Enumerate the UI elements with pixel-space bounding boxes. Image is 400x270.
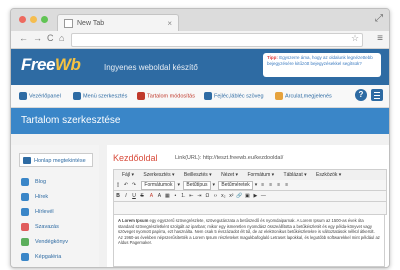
tab-close-icon[interactable]: × — [167, 15, 172, 32]
minimize-window-dot[interactable] — [30, 16, 37, 23]
help-icon[interactable]: ? — [355, 89, 367, 101]
italic-icon[interactable]: I — [122, 191, 130, 201]
editor-toolbar-3 — [113, 202, 387, 215]
tab-title: New Tab — [77, 20, 105, 27]
toolbar-item-menu-szerkesztes[interactable]: Menü szerkesztés — [73, 92, 127, 100]
newsletter-icon — [21, 208, 29, 216]
align-center-icon[interactable]: ≡ — [267, 180, 275, 190]
superscript-icon[interactable]: x² — [227, 191, 235, 201]
toolbar-item-vezerlopanel[interactable]: Vezérlőpanel — [19, 92, 61, 100]
highlight-icon[interactable]: A — [155, 191, 163, 201]
browser-titlebar: New Tab × ⤢ — [11, 9, 389, 32]
page-url: Link(URL): http://teszt.freewb.eu/kezdoo… — [175, 155, 284, 161]
main-toolbar: Vezérlőpanel Menü szerkesztés Tartalom m… — [11, 85, 389, 108]
sidebar-list: Blog Hírek Hírlevél Szavazás Vendégkönyv… — [19, 175, 68, 265]
sidebar-item-kepgaleria[interactable]: Képgaléria — [19, 250, 68, 265]
preview-site-button[interactable]: Honlap megtekintése — [19, 153, 93, 167]
content-area: Kezdőoldal Link(URL): http://teszt.freew… — [107, 145, 389, 267]
bold-icon[interactable]: B — [114, 191, 122, 201]
editor-menu-tablazat[interactable]: Táblázat — [284, 172, 303, 178]
url-input[interactable] — [71, 33, 363, 47]
tab-favicon-icon — [64, 18, 73, 28]
subscript-icon[interactable]: x₂ — [219, 191, 227, 201]
redo-icon[interactable]: ↷ — [130, 180, 138, 190]
sidebar-item-vendegkonyv[interactable]: Vendégkönyv — [19, 235, 68, 250]
hr-icon[interactable]: ― — [259, 191, 267, 201]
palette-icon — [275, 92, 283, 100]
omega-icon[interactable]: Ω — [203, 191, 211, 201]
browser-window: New Tab × ⤢ ← → C ⌂ ☆ ≡ FreeWb Ingyenes … — [10, 8, 390, 268]
bullet-list-icon[interactable]: • — [171, 191, 179, 201]
strikethrough-icon[interactable]: S — [138, 191, 146, 201]
fullscreen-icon[interactable]: ⤢ — [375, 13, 383, 24]
sidebar-item-szavazas[interactable]: Szavazás — [19, 220, 68, 235]
guestbook-icon — [21, 238, 29, 246]
bookmark-star-icon[interactable]: ☆ — [351, 33, 359, 44]
gallery-icon — [21, 253, 29, 261]
media-icon[interactable]: ▶ — [251, 191, 259, 201]
sidebar-item-hirek[interactable]: Hírek — [19, 190, 68, 205]
new-document-icon[interactable]: ▯ — [114, 180, 122, 190]
home-icon[interactable]: ⌂ — [59, 33, 64, 43]
dashboard-icon — [19, 92, 27, 100]
numbered-list-icon[interactable]: 1. — [179, 191, 187, 201]
outdent-icon[interactable]: ⇤ — [187, 191, 195, 201]
browser-menu-icon[interactable]: ≡ — [377, 33, 383, 44]
sidebar-item-hirlevel[interactable]: Hírlevél — [19, 205, 68, 220]
align-justify-icon[interactable]: ≡ — [283, 180, 291, 190]
underline-icon[interactable]: U — [130, 191, 138, 201]
browser-tab[interactable]: New Tab × — [57, 14, 179, 32]
align-left-icon[interactable]: ≡ — [259, 180, 267, 190]
header-footer-icon — [204, 92, 212, 100]
editor-menu-szerkesztes[interactable]: Szerkesztés — [143, 172, 170, 178]
format-select[interactable]: Formátumok — [141, 181, 176, 190]
image-icon[interactable]: ▣ — [243, 191, 251, 201]
page-url-value[interactable]: http://teszt.freewb.eu/kezdooldal/ — [203, 155, 283, 161]
size-select[interactable]: Betűméretek — [218, 181, 253, 190]
undo-icon[interactable]: ↶ — [122, 180, 130, 190]
toolbar-item-tartalom-modositas[interactable]: Tartalom módosítás — [137, 92, 195, 100]
text-color-icon[interactable]: A — [147, 191, 155, 201]
editor-menu-fajl[interactable]: Fájl — [122, 172, 130, 178]
editor-body[interactable]: A Lorem Ipsum egy egyszerű szövegrészlet… — [113, 215, 385, 267]
link-icon[interactable]: 🔗 — [235, 191, 243, 201]
poll-icon — [21, 223, 29, 231]
close-window-dot[interactable] — [19, 16, 26, 23]
site-tagline: Ingyenes weboldal készítő — [104, 63, 198, 72]
forward-arrow-icon[interactable]: → — [33, 33, 42, 43]
menu-edit-icon — [73, 92, 81, 100]
align-right-icon[interactable]: ≡ — [275, 180, 283, 190]
editor-menu-formatum[interactable]: Formátum — [247, 172, 270, 178]
reload-icon[interactable]: C — [47, 33, 54, 43]
site-header: FreeWb Ingyenes weboldal készítő Tipp: E… — [11, 49, 389, 85]
font-select[interactable]: Betűtípus — [183, 181, 211, 190]
sidebar-item-blog[interactable]: Blog — [19, 175, 68, 190]
tip-box: Tipp: Egyszerre áma, hogy az oldalunk le… — [263, 53, 381, 77]
code-icon[interactable]: ‹› — [211, 191, 219, 201]
blog-icon — [21, 178, 29, 186]
content-edit-icon — [137, 92, 145, 100]
monitor-icon — [23, 157, 31, 164]
editor-toolbar-1: ▯ ↶ ↷ Formátumok ▾ Betűtípus ▾ Betűméretek ▾ … — [113, 180, 387, 191]
freewb-logo: FreeWb — [21, 55, 81, 74]
toolbar-item-arculat[interactable]: Arculat,megjelenés — [275, 92, 332, 100]
zoom-window-dot[interactable] — [41, 16, 48, 23]
toolbar-item-fejlec-lablec[interactable]: Fejléc,lábléc szöveg — [204, 92, 264, 100]
sidebar: Honlap megtekintése Blog Hírek Hírlevél … — [11, 145, 99, 267]
back-arrow-icon[interactable]: ← — [19, 33, 28, 43]
editor-menu-eszkozok[interactable]: Eszközök — [316, 172, 337, 178]
page-title: Kezdőoldal — [113, 153, 158, 163]
editor-toolbar-2: BIUS A A ▦ • 1. ⇤ ⇥ Ω ‹› x₂ x² 🔗 ▣ ▶ ― — [113, 191, 387, 202]
editor-menu-nezet[interactable]: Nézet — [221, 172, 234, 178]
indent-icon[interactable]: ⇥ — [195, 191, 203, 201]
editor-menu-beillesztes[interactable]: Beillesztés — [184, 172, 208, 178]
hamburger-menu-icon[interactable] — [371, 89, 383, 101]
section-title: Tartalom szerkesztése — [11, 108, 389, 134]
address-bar: ← → C ⌂ ☆ ≡ — [11, 31, 389, 49]
news-icon — [21, 193, 29, 201]
table-icon[interactable]: ▦ — [163, 191, 171, 201]
